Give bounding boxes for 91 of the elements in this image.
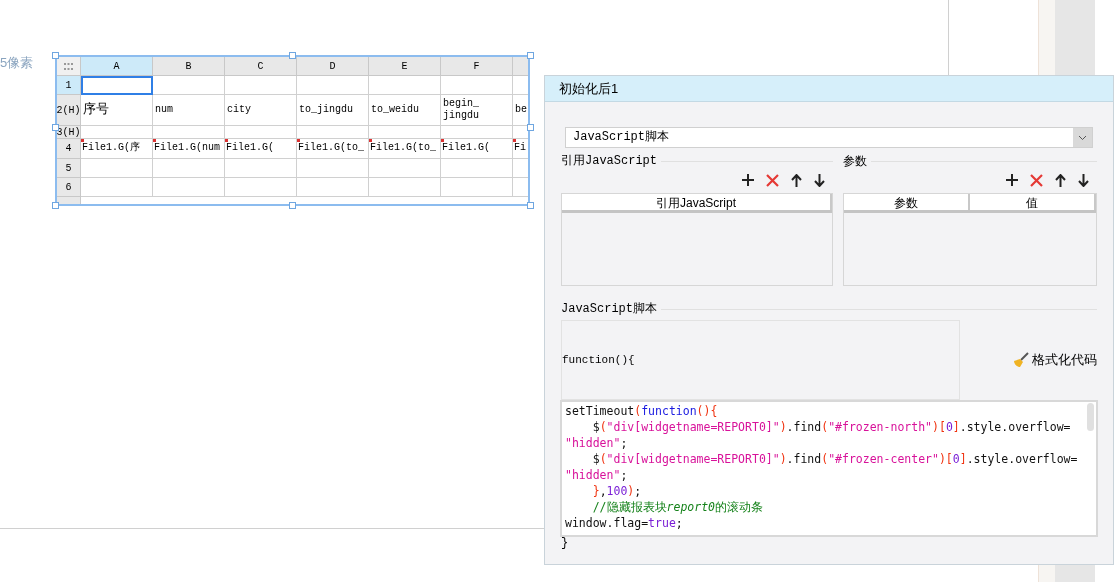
scrollbar[interactable] xyxy=(1087,403,1094,431)
row-header[interactable]: 4 xyxy=(57,139,81,159)
row-header[interactable]: 3(H) xyxy=(57,126,81,139)
table-cell[interactable]: File1.G( xyxy=(441,139,513,159)
row-header[interactable]: 1 xyxy=(57,76,81,95)
row-header[interactable]: 2(H) xyxy=(57,95,81,126)
table-cell[interactable] xyxy=(81,159,153,178)
table-cell[interactable] xyxy=(81,178,153,197)
delete-icon[interactable] xyxy=(1030,173,1043,187)
chevron-down-icon[interactable] xyxy=(1073,128,1092,147)
table-cell[interactable] xyxy=(297,76,369,95)
move-down-icon[interactable] xyxy=(814,173,825,187)
table-cell[interactable]: begin_ jingdu xyxy=(441,95,513,126)
table-cell[interactable] xyxy=(81,76,153,95)
column-header[interactable]: B xyxy=(153,57,225,76)
table-cell[interactable] xyxy=(153,126,225,139)
add-icon[interactable] xyxy=(1006,174,1018,186)
type-select[interactable]: JavaScript脚本 xyxy=(565,127,1093,148)
table-cell[interactable]: File1.G(to_ xyxy=(297,139,369,159)
move-up-icon[interactable] xyxy=(791,173,802,187)
table-cell[interactable]: to_weidu xyxy=(369,95,441,126)
code-line: "hidden"; xyxy=(565,467,628,483)
table-cell[interactable] xyxy=(225,159,297,178)
move-down-icon[interactable] xyxy=(1078,173,1089,187)
column-header[interactable]: 值 xyxy=(970,194,1096,210)
column-header[interactable]: A xyxy=(81,57,153,76)
report-grid[interactable]: A B C D E F 1 2(H) 序号 num city to_jingdu to_weidu begin_ jingdu be 3(H) 4 File1.G(序 File1.G(num File1.G( File1.G(to_ File1.G(to_ File1.G( Fi 5 6 xyxy=(55,55,530,206)
corner-grip-icon[interactable] xyxy=(57,57,81,76)
table-cell[interactable] xyxy=(81,126,153,139)
delete-icon[interactable] xyxy=(766,173,779,187)
table-cell[interactable] xyxy=(297,159,369,178)
row-header[interactable]: 5 xyxy=(57,159,81,178)
resize-handle[interactable] xyxy=(52,202,59,209)
column-header[interactable]: 参数 xyxy=(844,194,970,210)
function-footer: } xyxy=(561,537,1097,549)
resize-handle[interactable] xyxy=(289,52,296,59)
size-label: 5像素 xyxy=(0,54,34,72)
column-header[interactable]: C xyxy=(225,57,297,76)
add-icon[interactable] xyxy=(742,174,754,186)
column-header[interactable]: F xyxy=(441,57,513,76)
resize-handle[interactable] xyxy=(527,124,534,131)
resize-handle[interactable] xyxy=(289,202,296,209)
resize-handle[interactable] xyxy=(527,202,534,209)
move-up-icon[interactable] xyxy=(1055,173,1066,187)
code-line: },100); xyxy=(591,483,642,499)
table-cell[interactable]: File1.G(to_ xyxy=(369,139,441,159)
table-cell[interactable]: num xyxy=(153,95,225,126)
code-line: $("div[widgetname=REPORT0]").find("#frozen-north")[0].style.overflow= xyxy=(591,419,1071,435)
dialog-title: 初始化后1 xyxy=(559,79,619,98)
section-title: 参数 xyxy=(843,153,867,170)
table-cell[interactable] xyxy=(441,76,513,95)
resize-handle[interactable] xyxy=(52,124,59,131)
section-title: 引用JavaScript xyxy=(561,153,657,170)
table-cell[interactable] xyxy=(153,178,225,197)
table-cell[interactable] xyxy=(297,178,369,197)
table-cell[interactable]: File1.G( xyxy=(225,139,297,159)
column-header[interactable] xyxy=(513,57,528,76)
table-cell[interactable] xyxy=(441,159,513,178)
table-cell[interactable] xyxy=(153,159,225,178)
table-cell[interactable] xyxy=(153,76,225,95)
code-line: window.flag=true; xyxy=(565,515,683,531)
section-title: JavaScript脚本 xyxy=(561,301,657,318)
format-code-button[interactable]: 格式化代码 xyxy=(1013,350,1097,370)
table-cell[interactable]: 序号 xyxy=(81,95,153,126)
function-header: function(){ xyxy=(562,352,635,368)
column-header[interactable]: E xyxy=(369,57,441,76)
table-cell[interactable] xyxy=(225,76,297,95)
table-cell[interactable]: city xyxy=(225,95,297,126)
table-cell[interactable] xyxy=(369,178,441,197)
code-line: $("div[widgetname=REPORT0]").find("#frozen-center")[0].style.overflow= xyxy=(591,451,1078,467)
resize-handle[interactable] xyxy=(527,52,534,59)
table-cell[interactable] xyxy=(225,126,297,139)
code-line: "hidden"; xyxy=(565,435,628,451)
table-cell[interactable]: File1.G(序 xyxy=(81,139,153,159)
table-cell[interactable] xyxy=(441,178,513,197)
code-line: //隐藏报表块report0的滚动条 xyxy=(591,499,763,515)
code-line: setTimeout(function(){ xyxy=(565,403,718,419)
table-cell[interactable]: Fi xyxy=(513,139,528,159)
table-cell[interactable] xyxy=(369,76,441,95)
table-cell[interactable]: File1.G(num xyxy=(153,139,225,159)
table-cell[interactable] xyxy=(441,126,513,139)
table-cell[interactable] xyxy=(369,159,441,178)
brush-icon xyxy=(1013,352,1029,368)
table-cell[interactable] xyxy=(369,126,441,139)
code-editor[interactable] xyxy=(560,400,1098,537)
row-header[interactable]: 6 xyxy=(57,178,81,197)
table-cell[interactable] xyxy=(297,126,369,139)
table-cell[interactable] xyxy=(225,178,297,197)
resize-handle[interactable] xyxy=(52,52,59,59)
table-cell[interactable]: to_jingdu xyxy=(297,95,369,126)
column-header[interactable]: D xyxy=(297,57,369,76)
